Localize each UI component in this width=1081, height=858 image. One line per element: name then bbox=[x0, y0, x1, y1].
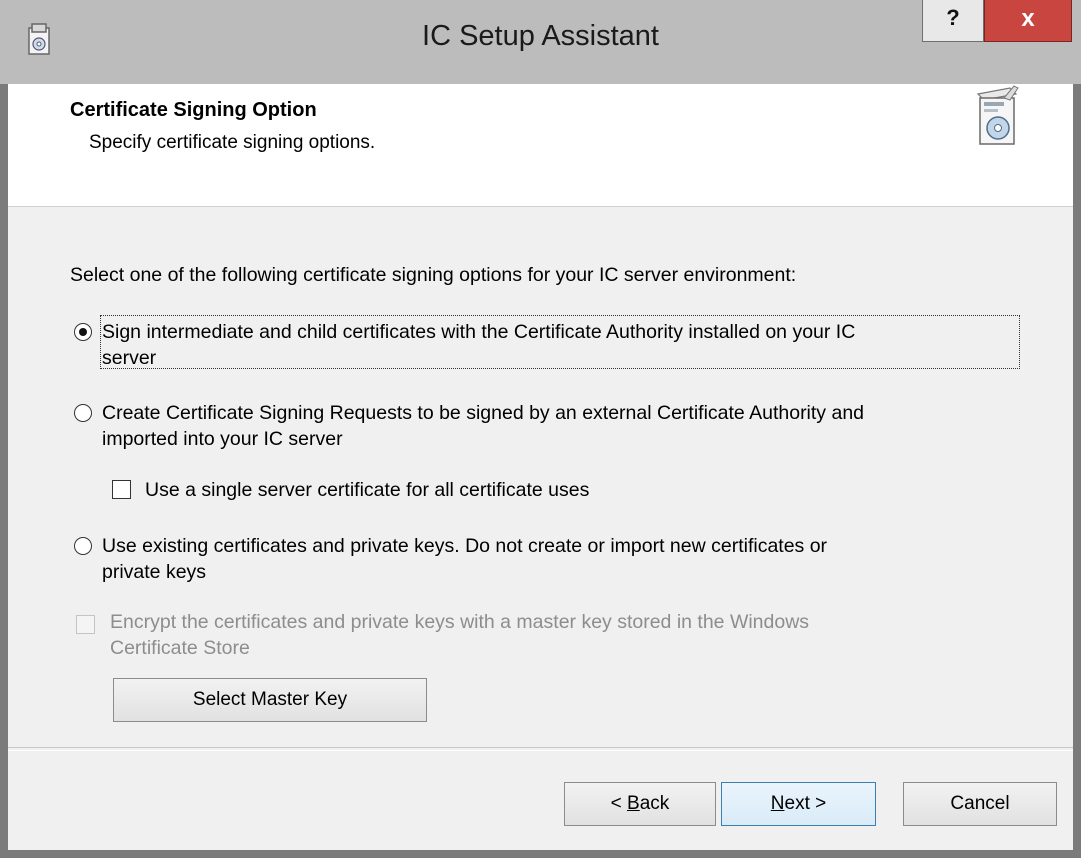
radio-use-existing[interactable] bbox=[74, 537, 92, 555]
option-line: Sign intermediate and child certificates… bbox=[102, 321, 856, 343]
back-button[interactable]: < Back bbox=[564, 782, 716, 826]
software-box-icon bbox=[976, 85, 1019, 145]
close-button[interactable]: x bbox=[984, 0, 1072, 42]
page-title: Certificate Signing Option bbox=[70, 99, 317, 121]
option-create-csr-label: Create Certificate Signing Requests to b… bbox=[102, 400, 1022, 452]
footer-separator bbox=[8, 747, 1073, 751]
title-bar: IC Setup Assistant ? x bbox=[0, 0, 1081, 84]
single-certificate-label: Use a single server certificate for all … bbox=[145, 479, 590, 501]
select-master-key-button[interactable]: Select Master Key bbox=[113, 678, 427, 722]
window-title: IC Setup Assistant bbox=[422, 20, 659, 52]
cancel-button[interactable]: Cancel bbox=[903, 782, 1057, 826]
setup-assistant-window: IC Setup Assistant ? x Certificate Signi… bbox=[0, 0, 1081, 858]
option-line: Use existing certificates and private ke… bbox=[102, 535, 828, 557]
option-line: imported into your IC server bbox=[102, 428, 343, 450]
option-line: server bbox=[102, 347, 157, 369]
option-sign-with-ca-label: Sign intermediate and child certificates… bbox=[102, 319, 1022, 371]
encrypt-line: Encrypt the certificates and private key… bbox=[110, 611, 810, 633]
instruction-text: Select one of the following certificate … bbox=[70, 264, 797, 286]
radio-create-csr[interactable] bbox=[74, 404, 92, 422]
option-line: Create Certificate Signing Requests to b… bbox=[102, 402, 865, 424]
page-subtitle: Specify certificate signing options. bbox=[89, 132, 376, 153]
encrypt-line: Certificate Store bbox=[110, 637, 250, 659]
wizard-header: Certificate Signing Option Specify certi… bbox=[8, 84, 1073, 207]
radio-sign-with-ca[interactable] bbox=[74, 323, 92, 341]
encrypt-master-key-label: Encrypt the certificates and private key… bbox=[110, 609, 809, 661]
option-use-existing-label: Use existing certificates and private ke… bbox=[102, 533, 1022, 585]
wizard-client-area: Certificate Signing Option Specify certi… bbox=[8, 84, 1073, 850]
option-line: private keys bbox=[102, 561, 207, 583]
single-certificate-checkbox[interactable] bbox=[112, 480, 131, 499]
next-button[interactable]: Next > bbox=[721, 782, 876, 826]
help-button[interactable]: ? bbox=[922, 0, 984, 42]
encrypt-master-key-checkbox[interactable] bbox=[76, 615, 95, 634]
